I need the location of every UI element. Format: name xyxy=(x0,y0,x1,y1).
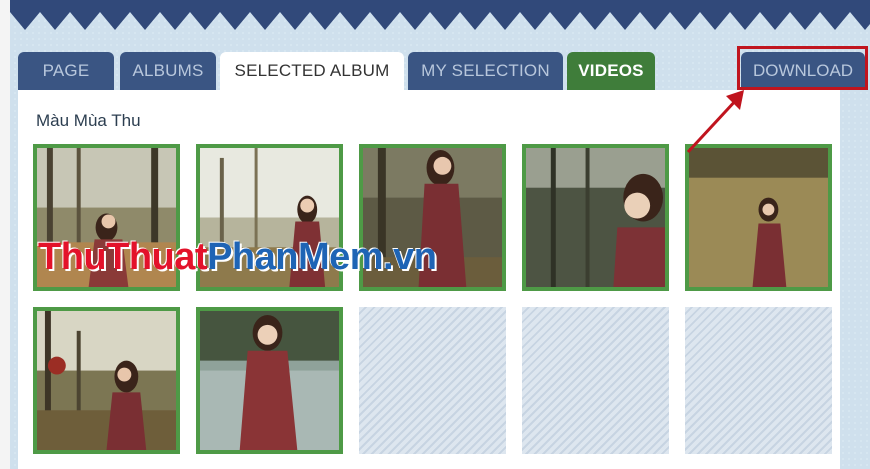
watermark: ThuThuatPhanMem.vn xyxy=(38,236,437,279)
album-title: Màu Mùa Thu xyxy=(36,111,141,130)
left-edge xyxy=(0,0,10,469)
tab-albums[interactable]: ALBUMS xyxy=(120,52,216,90)
watermark-part2: PhanMem xyxy=(207,236,384,278)
arrow-pointer-icon xyxy=(686,90,744,154)
tab-page[interactable]: PAGE xyxy=(18,52,114,90)
tab-videos[interactable]: VIDEOS xyxy=(567,52,655,90)
photo-thumbnail[interactable] xyxy=(33,307,180,454)
photo-thumbnail[interactable] xyxy=(522,144,669,291)
photo-thumbnail[interactable] xyxy=(685,144,832,291)
empty-slot xyxy=(359,307,506,454)
empty-slot xyxy=(522,307,669,454)
tab-my-selection[interactable]: MY SELECTION xyxy=(408,52,563,90)
empty-slot xyxy=(685,307,832,454)
zigzag-border xyxy=(10,0,870,30)
photo-thumbnail[interactable] xyxy=(196,307,343,454)
tab-selected-album[interactable]: SELECTED ALBUM xyxy=(220,52,404,92)
watermark-part1: ThuThuat xyxy=(38,236,208,278)
watermark-part3: .vn xyxy=(383,236,437,278)
